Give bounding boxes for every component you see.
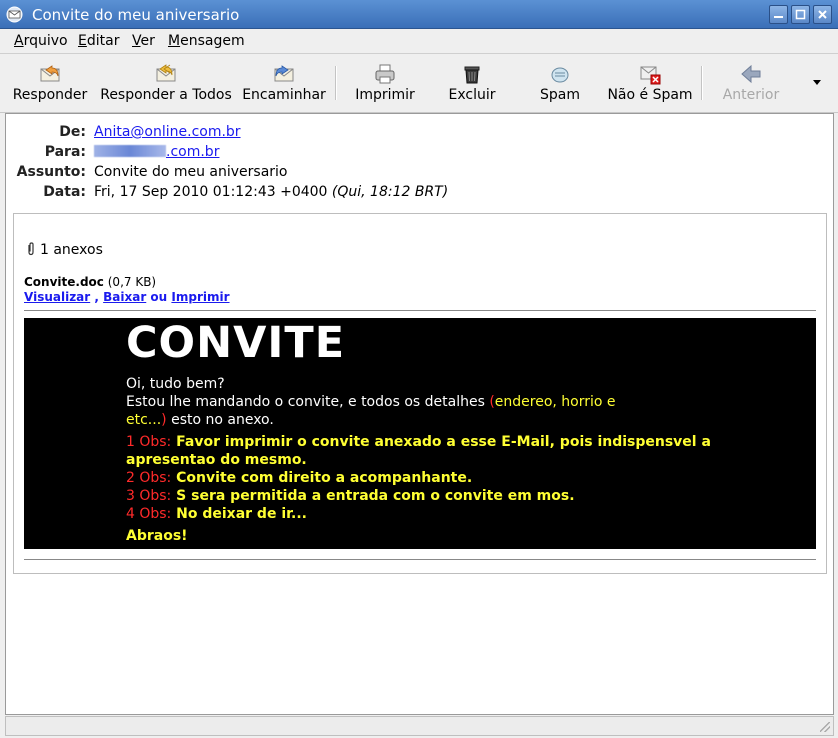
menu-arquivo[interactable]: Arquivo (14, 33, 68, 49)
maximize-button[interactable] (791, 5, 810, 24)
not-spam-button[interactable]: Não é Spam (604, 54, 696, 112)
invite-line: Estou lhe mandando o convite, e todos os… (126, 394, 616, 410)
window-title: Convite do meu aniversario (32, 6, 240, 24)
spam-button[interactable]: Spam (520, 54, 600, 112)
printer-icon (375, 64, 395, 84)
redacted-text (94, 145, 166, 157)
invite-obs-1-cont: apresentao do mesmo. (126, 452, 307, 468)
menu-mensagem[interactable]: Mensagem (168, 33, 245, 49)
toolbar-separator (335, 66, 337, 100)
close-icon (818, 10, 827, 19)
message-body: 1 anexos Convite.doc (0,7 KB) Visualizar… (13, 213, 827, 574)
reply-button[interactable]: Responder (8, 54, 92, 112)
message-view: De: Anita@online.com.br Para: .com.br As… (5, 113, 834, 715)
toolbar-overflow-icon[interactable] (813, 80, 821, 85)
print-button[interactable]: Imprimir (345, 54, 425, 112)
attachment-actions: Visualizar , Baixar ou Imprimir (24, 290, 230, 304)
delete-button[interactable]: Excluir (432, 54, 512, 112)
from-link[interactable]: Anita@online.com.br (94, 124, 241, 140)
title-bar: Convite do meu aniversario (0, 0, 838, 29)
invite-greeting: Oi, tudo bem? (126, 376, 225, 392)
view-attachment-link[interactable]: Visualizar (24, 290, 90, 304)
attachment-count: 1 anexos (26, 242, 103, 258)
invite-obs-1: 1 Obs: Favor imprimir o convite anexado … (126, 434, 711, 450)
invite-obs-3: 3 Obs: S sera permitida a entrada com o … (126, 488, 575, 504)
not-spam-icon (640, 66, 661, 85)
menu-ver[interactable]: Ver (132, 33, 155, 49)
to-link[interactable]: .com.br (94, 144, 219, 160)
divider (24, 559, 816, 560)
resize-grip-icon[interactable] (820, 722, 830, 732)
mail-app-icon (6, 6, 23, 23)
invite-closing: Abraos! (126, 528, 188, 544)
menu-editar[interactable]: Editar (78, 33, 119, 49)
maximize-icon (795, 9, 806, 20)
close-button[interactable] (813, 5, 832, 24)
invite-line: etc...) esto no anexo. (126, 412, 274, 428)
divider (24, 310, 816, 311)
download-attachment-link[interactable]: Baixar (103, 290, 146, 304)
reply-icon (40, 65, 60, 82)
minimize-button[interactable] (769, 5, 788, 24)
status-bar (5, 716, 834, 736)
invite-obs-4: 4 Obs: No deixar de ir... (126, 506, 307, 522)
forward-button[interactable]: Encaminhar (240, 54, 328, 112)
spam-icon (551, 67, 569, 83)
menu-bar: Arquivo Editar Ver Mensagem (0, 29, 838, 54)
invite-obs-2: 2 Obs: Convite com direito a acompanhant… (126, 470, 473, 486)
forward-icon (274, 65, 294, 82)
invite-content: CONVITE Oi, tudo bem? Estou lhe mandando… (24, 318, 816, 549)
trash-icon (464, 66, 480, 84)
previous-button[interactable]: Anterior (712, 54, 790, 112)
toolbar-separator (701, 66, 703, 100)
arrow-left-icon (741, 64, 761, 84)
reply-all-button[interactable]: Responder a Todos (96, 54, 236, 112)
paperclip-icon (28, 242, 34, 256)
attachment-file: Convite.doc (0,7 KB) (24, 275, 157, 289)
minimize-icon (774, 16, 783, 18)
print-attachment-link[interactable]: Imprimir (171, 290, 229, 304)
toolbar: Responder Responder a Todos Encaminhar I… (0, 54, 838, 113)
invite-title: CONVITE (126, 318, 346, 368)
reply-all-icon (156, 64, 176, 82)
